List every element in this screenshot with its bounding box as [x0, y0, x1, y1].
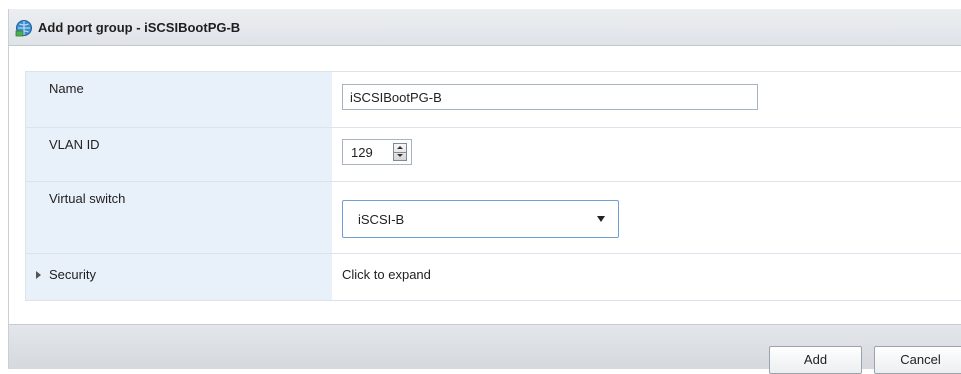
decrement-icon[interactable] [394, 152, 406, 160]
port-group-form: Name VLAN ID 129 Virtual switch iSCSI-B [25, 71, 961, 301]
vlan-id-value[interactable]: 129 [351, 145, 373, 160]
name-row: Name [26, 72, 961, 128]
stepper-buttons [393, 143, 407, 161]
dialog-titlebar: Add port group - iSCSIBootPG-B [9, 9, 961, 46]
label-cell: Name [26, 72, 332, 127]
security-row[interactable]: Security Click to expand [26, 254, 961, 300]
virtual-switch-select[interactable]: iSCSI-B [342, 200, 619, 238]
cancel-button[interactable]: Cancel [874, 346, 961, 374]
name-label: Name [49, 81, 84, 96]
label-cell: Security [26, 254, 332, 300]
port-group-icon [15, 20, 32, 37]
add-button[interactable]: Add [769, 346, 862, 374]
vlan-row: VLAN ID 129 [26, 128, 961, 182]
add-port-group-dialog: Add port group - iSCSIBootPG-B Name VLAN… [8, 9, 961, 374]
security-expand-hint[interactable]: Click to expand [342, 267, 431, 282]
vlan-label: VLAN ID [49, 137, 100, 152]
virtual-switch-selected: iSCSI-B [358, 212, 405, 227]
vlan-id-stepper[interactable]: 129 [342, 139, 412, 165]
virtual-switch-label: Virtual switch [49, 191, 126, 206]
chevron-down-icon [597, 216, 605, 222]
expand-arrow-icon[interactable] [36, 271, 41, 279]
dialog-title: Add port group - iSCSIBootPG-B [38, 20, 241, 35]
virtual-switch-row: Virtual switch iSCSI-B [26, 182, 961, 254]
name-input[interactable] [342, 84, 758, 110]
label-cell: Virtual switch [26, 182, 332, 253]
label-cell: VLAN ID [26, 128, 332, 181]
security-label[interactable]: Security [49, 267, 96, 282]
dialog-footer: Add Cancel [9, 324, 961, 374]
